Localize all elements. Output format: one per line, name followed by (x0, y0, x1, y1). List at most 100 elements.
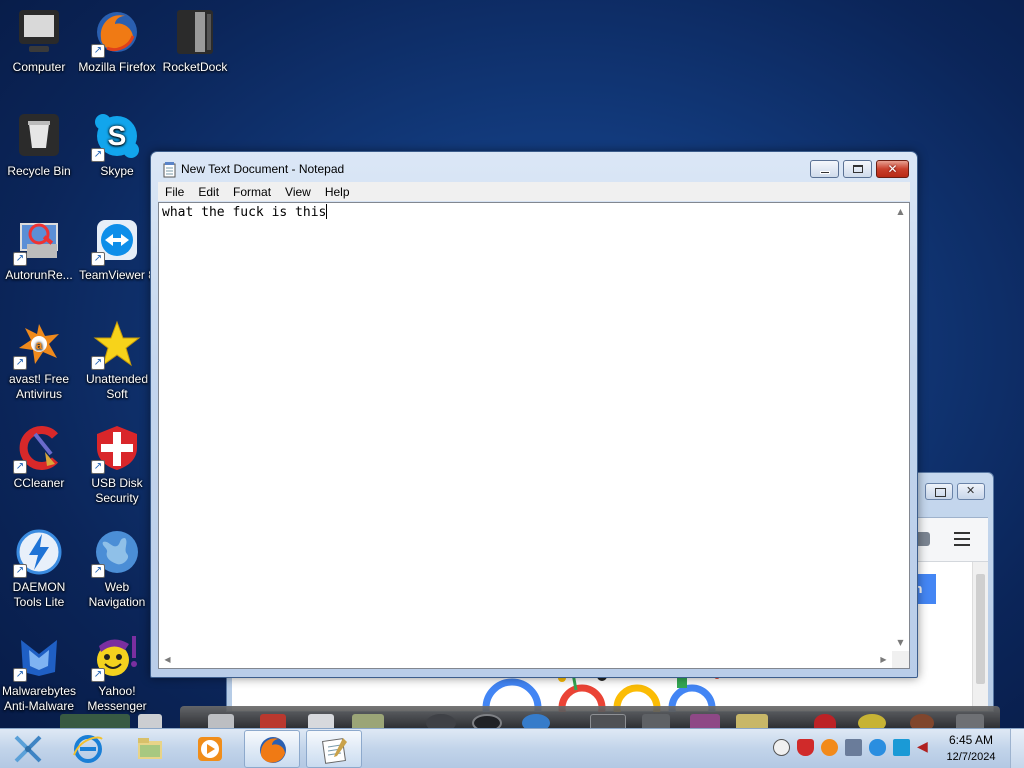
cloud-icon[interactable] (869, 739, 886, 756)
scroll-right-arrow-icon[interactable]: ▶ (875, 651, 892, 668)
skype-icon: S ↗ (91, 112, 141, 162)
start-x-icon (14, 735, 42, 763)
volume-muted-icon[interactable]: ◀ (917, 739, 934, 756)
internet-explorer-icon (73, 735, 103, 763)
scroll-up-arrow-icon[interactable]: ▲ (892, 203, 909, 220)
ccleaner-icon: ↗ (13, 424, 63, 474)
shortcut-arrow-icon: ↗ (13, 460, 27, 474)
system-clock[interactable]: 6:45 AM 12/7/2024 (940, 732, 1002, 766)
maximize-button[interactable] (843, 160, 872, 178)
close-button[interactable] (957, 483, 985, 500)
menu-view[interactable]: View (278, 185, 318, 199)
desktop-icon-unattended-soft[interactable]: ↗ Unattended Soft (78, 320, 156, 402)
menu-format[interactable]: Format (226, 185, 278, 199)
desktop-icon-daemon-tools[interactable]: ↗ DAEMON Tools Lite (0, 528, 78, 610)
desktop-icon-computer[interactable]: Computer (0, 8, 78, 75)
teamviewer-tray-icon[interactable] (893, 739, 910, 756)
recycle-bin-icon (15, 112, 63, 160)
taskbar-firefox[interactable] (244, 730, 300, 768)
minimize-icon (820, 171, 830, 174)
avast-tray-icon[interactable] (821, 739, 838, 756)
menu-edit[interactable]: Edit (191, 185, 226, 199)
horizontal-scrollbar[interactable]: ◀ ▶ (159, 651, 892, 668)
clock-time: 6:45 AM (948, 733, 994, 747)
clock-date: 12/7/2024 (946, 751, 996, 763)
daemon-tools-icon: ↗ (13, 528, 63, 578)
desktop-icon-skype[interactable]: S ↗ Skype (78, 112, 156, 179)
yahoo-messenger-icon: ↗ (91, 632, 141, 682)
taskbar-file-explorer[interactable] (122, 730, 178, 768)
window-title: New Text Document - Notepad (181, 162, 345, 176)
svg-text:a: a (36, 338, 43, 352)
desktop-icon-firefox[interactable]: ↗ Mozilla Firefox (78, 8, 156, 75)
shortcut-arrow-icon: ↗ (13, 252, 27, 266)
media-player-icon (198, 737, 222, 761)
desktop-icon-yahoo-messenger[interactable]: ↗ Yahoo! Messenger (78, 632, 156, 714)
rocketdock-icon (171, 8, 219, 56)
teamviewer-icon: ↗ (91, 216, 141, 266)
maximize-icon (853, 165, 863, 173)
taskbar-media-player[interactable] (182, 730, 238, 768)
action-center-icon[interactable] (773, 739, 790, 756)
shield-icon[interactable] (797, 739, 814, 756)
editor-text[interactable]: what the fuck is this (162, 204, 328, 220)
desktop-icon-malwarebytes[interactable]: ↗ Malwarebytes Anti-Malware (0, 632, 78, 714)
network-icon[interactable] (845, 739, 862, 756)
menu-file[interactable]: File (158, 185, 191, 199)
file-explorer-icon (138, 738, 162, 759)
size-grip[interactable] (892, 651, 909, 668)
avast-icon: a ↗ (13, 320, 63, 370)
shortcut-arrow-icon: ↗ (91, 356, 105, 370)
autorun-icon: ↗ (13, 216, 63, 266)
firefox-icon (260, 737, 286, 763)
show-desktop-button[interactable] (1010, 729, 1024, 768)
shortcut-arrow-icon: ↗ (91, 148, 105, 162)
hamburger-menu-icon[interactable] (954, 532, 970, 550)
desktop-icon-usb-disk-security[interactable]: ↗ USB Disk Security (78, 424, 156, 506)
text-editor[interactable]: what the fuck is this ▲ ▼ ◀ ▶ (158, 202, 910, 669)
computer-icon (15, 8, 63, 56)
close-icon: ✕ (887, 162, 898, 176)
taskbar-notepad[interactable] (306, 730, 362, 768)
window-controls: ✕ (810, 160, 909, 178)
maximize-button[interactable] (925, 483, 953, 500)
rocketdock-bar (60, 706, 1000, 732)
usb-security-icon: ↗ (91, 424, 141, 474)
desktop-icon-avast[interactable]: a ↗ avast! Free Antivirus (0, 320, 78, 402)
start-button[interactable] (0, 730, 56, 768)
system-tray: ◀ (773, 739, 934, 756)
scroll-down-arrow-icon[interactable]: ▼ (892, 634, 909, 651)
menu-bar: File Edit Format View Help (158, 182, 910, 201)
shortcut-arrow-icon: ↗ (91, 460, 105, 474)
taskbar-internet-explorer[interactable] (60, 730, 116, 768)
taskbar: ◀ 6:45 AM 12/7/2024 (0, 728, 1024, 768)
desktop-icon-rocketdock[interactable]: RocketDock (156, 8, 234, 75)
svg-text:S: S (108, 120, 127, 151)
desktop-icon-ccleaner[interactable]: ↗ CCleaner (0, 424, 78, 491)
scroll-left-arrow-icon[interactable]: ◀ (159, 651, 176, 668)
notepad-window[interactable]: New Text Document - Notepad ✕ File Edit … (150, 151, 918, 678)
desktop-icon-teamviewer[interactable]: ↗ TeamViewer 8 (78, 216, 156, 283)
desktop-icon-autorun[interactable]: ↗ AutorunRe... (0, 216, 78, 283)
firefox-icon: ↗ (91, 8, 141, 58)
window-controls (925, 483, 985, 500)
shortcut-arrow-icon: ↗ (13, 356, 27, 370)
notepad-icon (322, 738, 347, 764)
shortcut-arrow-icon: ↗ (13, 668, 27, 682)
browser-scrollbar[interactable] (972, 562, 988, 711)
shortcut-arrow-icon: ↗ (13, 564, 27, 578)
menu-help[interactable]: Help (318, 185, 357, 199)
editor-content: what the fuck is this (162, 205, 327, 220)
shortcut-arrow-icon: ↗ (91, 44, 105, 58)
vertical-scrollbar[interactable]: ▲ ▼ (892, 203, 909, 651)
desktop-icon-web-navigation[interactable]: ↗ Web Navigation (78, 528, 156, 610)
globe-icon: ↗ (91, 528, 141, 578)
minimize-button[interactable] (810, 160, 839, 178)
malwarebytes-icon: ↗ (13, 632, 63, 682)
text-caret (326, 204, 328, 219)
desktop-icon-recycle-bin[interactable]: Recycle Bin (0, 112, 78, 179)
shortcut-arrow-icon: ↗ (91, 668, 105, 682)
close-button[interactable]: ✕ (876, 160, 909, 178)
shortcut-arrow-icon: ↗ (91, 564, 105, 578)
title-bar[interactable]: New Text Document - Notepad ✕ (151, 152, 917, 182)
